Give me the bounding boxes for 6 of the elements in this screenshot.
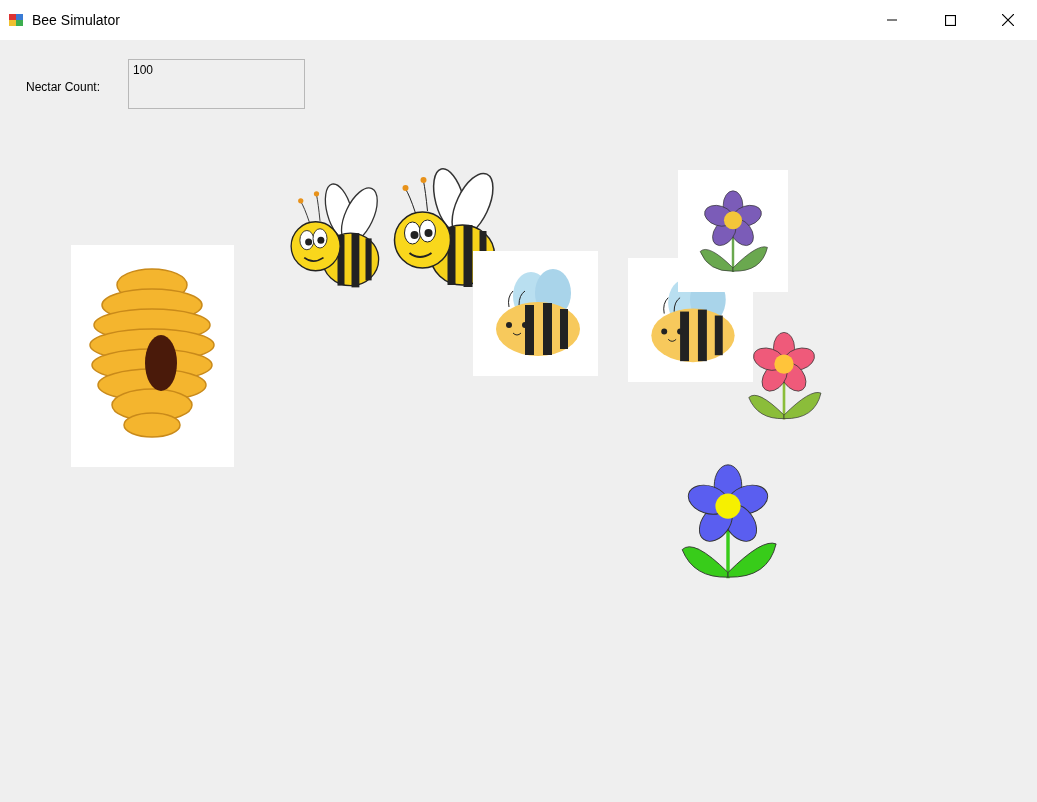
close-icon bbox=[1002, 14, 1014, 26]
app-icon bbox=[8, 12, 24, 28]
nectar-count-label: Nectar Count: bbox=[26, 79, 101, 96]
window-title: Bee Simulator bbox=[32, 10, 120, 30]
maximize-icon bbox=[944, 14, 956, 26]
nectar-count-field[interactable]: 100 bbox=[128, 59, 305, 109]
